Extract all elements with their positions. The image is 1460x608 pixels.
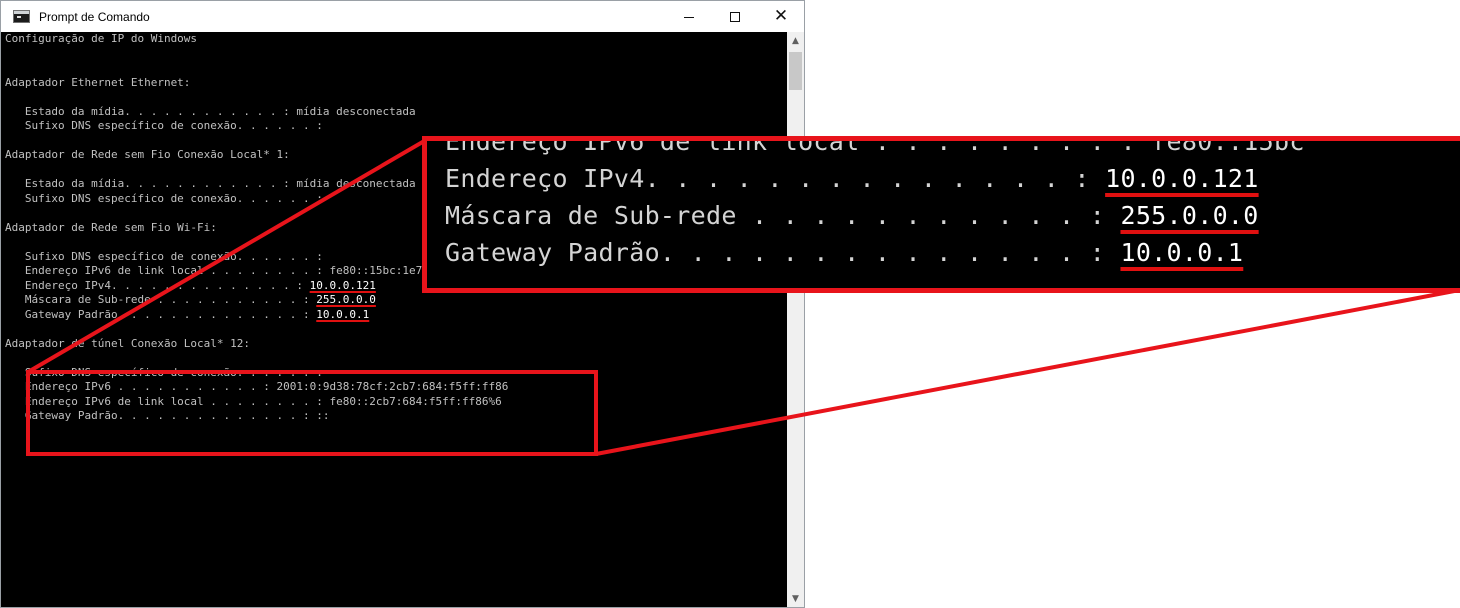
scroll-down-arrow-icon[interactable]: ▼: [787, 590, 804, 607]
minimize-button[interactable]: [666, 1, 712, 32]
console-line: Estado da mídia. . . . . . . . . . . . :…: [5, 104, 416, 118]
console-line: Adaptador de Rede sem Fio Wi-Fi:: [5, 220, 217, 234]
ipv4-label: Endereço IPv4. . . . . . . . . . . . . .…: [5, 278, 310, 292]
zoomed-text: Endereço IPv6 de link local . . . . . . …: [445, 136, 1305, 271]
close-button[interactable]: ✕: [758, 1, 804, 32]
console-line: Configuração de IP do Windows: [5, 32, 198, 45]
console-line: Endereço IPv6 de link local . . . . . . …: [5, 394, 502, 408]
console-line: Estado da mídia. . . . . . . . . . . . :…: [5, 177, 416, 190]
console-line: Sufixo DNS específico de conexão. . . . …: [5, 249, 323, 263]
maximize-button[interactable]: [712, 1, 758, 32]
vertical-scrollbar[interactable]: ▲ ▼: [787, 32, 804, 607]
subnet-mask-value: 255.0.0.0: [316, 293, 376, 306]
gateway-label: Gateway Padrão. . . . . . . . . . . . . …: [5, 307, 317, 321]
console-line: Gateway Padrão. . . . . . . . . . . . . …: [5, 409, 330, 422]
zoom-line-mask: Máscara de Sub-rede . . . . . . . . . . …: [445, 197, 1305, 234]
zoom-mask-value: 255.0.0.0: [1120, 201, 1259, 230]
minimize-icon: [684, 17, 694, 18]
zoom-line-gateway: Gateway Padrão. . . . . . . . . . . . . …: [445, 234, 1305, 271]
scroll-thumb[interactable]: [789, 52, 802, 90]
console-line: Adaptador de Rede sem Fio Conexão Local*…: [5, 148, 290, 161]
console-line: Sufixo DNS específico de conexão. . . . …: [5, 365, 323, 379]
zoom-ipv4-label: Endereço IPv4. . . . . . . . . . . . . .…: [445, 164, 1106, 193]
zoom-ipv4-value: 10.0.0.121: [1105, 164, 1259, 193]
zoom-line-ipv6: Endereço IPv6 de link local . . . . . . …: [445, 136, 1305, 156]
zoom-mask-label: Máscara de Sub-rede . . . . . . . . . . …: [445, 201, 1121, 230]
ipv4-value: 10.0.0.121: [309, 278, 376, 292]
cmd-icon: [13, 10, 30, 23]
mask-label: Máscara de Sub-rede . . . . . . . . . . …: [5, 293, 317, 306]
window-title: Prompt de Comando: [39, 9, 150, 24]
console-line: Adaptador de túnel Conexão Local* 12:: [5, 336, 251, 350]
window-controls: ✕: [666, 1, 804, 32]
command-prompt-window: Prompt de Comando ✕ Configuração de IP d…: [0, 0, 805, 608]
console-output[interactable]: Configuração de IP do Windows Adaptador …: [1, 32, 787, 607]
console-line: Endereço IPv6 . . . . . . . . . . . : 20…: [5, 380, 509, 393]
maximize-icon: [730, 11, 740, 22]
console-line: Sufixo DNS específico de conexão. . . . …: [5, 191, 323, 205]
zoom-line-ipv4: Endereço IPv4. . . . . . . . . . . . . .…: [445, 160, 1305, 197]
gateway-value: 10.0.0.1: [316, 307, 370, 321]
console-line: Adaptador Ethernet Ethernet:: [5, 75, 191, 89]
scroll-up-arrow-icon[interactable]: ▲: [787, 32, 804, 49]
console-line: Sufixo DNS específico de conexão. . . . …: [5, 119, 323, 132]
zoom-gateway-label: Gateway Padrão. . . . . . . . . . . . . …: [445, 238, 1121, 267]
close-icon: ✕: [773, 6, 789, 26]
zoomed-callout: Endereço IPv6 de link local . . . . . . …: [422, 136, 1460, 293]
zoom-gateway-value: 10.0.0.1: [1120, 238, 1244, 267]
title-bar[interactable]: Prompt de Comando ✕: [1, 1, 804, 32]
